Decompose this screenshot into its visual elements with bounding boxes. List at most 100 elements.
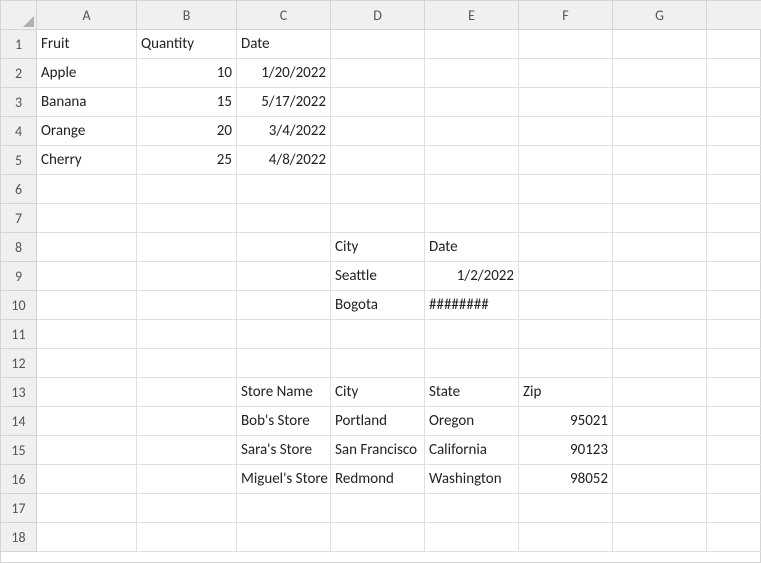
cell-G9[interactable] — [613, 262, 707, 291]
cell-A14[interactable] — [37, 407, 137, 436]
cell-G11[interactable] — [613, 320, 707, 349]
cell-extra-1[interactable] — [707, 30, 761, 59]
cell-A6[interactable] — [37, 175, 137, 204]
cell-extra-17[interactable] — [707, 494, 761, 523]
cell-G14[interactable] — [613, 407, 707, 436]
cell-G1[interactable] — [613, 30, 707, 59]
cell-D14[interactable]: Portland — [331, 407, 425, 436]
col-header-B[interactable]: B — [137, 1, 237, 30]
cell-D18[interactable] — [331, 523, 425, 552]
cell-G3[interactable] — [613, 88, 707, 117]
cell-extra-6[interactable] — [707, 175, 761, 204]
cell-E5[interactable] — [425, 146, 519, 175]
cell-A3[interactable]: Banana — [37, 88, 137, 117]
cell-C7[interactable] — [237, 204, 331, 233]
row-header-7[interactable]: 7 — [1, 204, 37, 233]
cell-F3[interactable] — [519, 88, 613, 117]
cell-extra-4[interactable] — [707, 117, 761, 146]
cell-E17[interactable] — [425, 494, 519, 523]
col-header-E[interactable]: E — [425, 1, 519, 30]
cell-D4[interactable] — [331, 117, 425, 146]
cell-extra-2[interactable] — [707, 59, 761, 88]
select-all-corner[interactable] — [1, 1, 37, 30]
cell-B9[interactable] — [137, 262, 237, 291]
cell-F8[interactable] — [519, 233, 613, 262]
col-header-D[interactable]: D — [331, 1, 425, 30]
cell-C4[interactable]: 3/4/2022 — [237, 117, 331, 146]
cell-G6[interactable] — [613, 175, 707, 204]
row-header-10[interactable]: 10 — [1, 291, 37, 320]
row-header-8[interactable]: 8 — [1, 233, 37, 262]
cell-D15[interactable]: San Francisco — [331, 436, 425, 465]
cell-E4[interactable] — [425, 117, 519, 146]
row-header-15[interactable]: 15 — [1, 436, 37, 465]
cell-C12[interactable] — [237, 349, 331, 378]
cell-B14[interactable] — [137, 407, 237, 436]
col-header-G[interactable]: G — [613, 1, 707, 30]
row-header-13[interactable]: 13 — [1, 378, 37, 407]
cell-B5[interactable]: 25 — [137, 146, 237, 175]
cell-C11[interactable] — [237, 320, 331, 349]
cell-F18[interactable] — [519, 523, 613, 552]
cell-F17[interactable] — [519, 494, 613, 523]
col-header-extra[interactable] — [707, 1, 761, 30]
cell-C2[interactable]: 1/20/2022 — [237, 59, 331, 88]
row-header-5[interactable]: 5 — [1, 146, 37, 175]
cell-F4[interactable] — [519, 117, 613, 146]
cell-E14[interactable]: Oregon — [425, 407, 519, 436]
cell-D10[interactable]: Bogota — [331, 291, 425, 320]
cell-C9[interactable] — [237, 262, 331, 291]
row-header-6[interactable]: 6 — [1, 175, 37, 204]
cell-D2[interactable] — [331, 59, 425, 88]
cell-G5[interactable] — [613, 146, 707, 175]
cell-extra-3[interactable] — [707, 88, 761, 117]
cell-C5[interactable]: 4/8/2022 — [237, 146, 331, 175]
row-header-2[interactable]: 2 — [1, 59, 37, 88]
cell-A11[interactable] — [37, 320, 137, 349]
cell-A13[interactable] — [37, 378, 137, 407]
cell-extra-10[interactable] — [707, 291, 761, 320]
cell-C15[interactable]: Sara's Store — [237, 436, 331, 465]
cell-D5[interactable] — [331, 146, 425, 175]
cell-E2[interactable] — [425, 59, 519, 88]
cell-G12[interactable] — [613, 349, 707, 378]
col-header-F[interactable]: F — [519, 1, 613, 30]
cell-B13[interactable] — [137, 378, 237, 407]
cell-extra-13[interactable] — [707, 378, 761, 407]
cell-F10[interactable] — [519, 291, 613, 320]
cell-C13[interactable]: Store Name — [237, 378, 331, 407]
row-header-4[interactable]: 4 — [1, 117, 37, 146]
cell-B16[interactable] — [137, 465, 237, 494]
cell-D9[interactable]: Seattle — [331, 262, 425, 291]
cell-F9[interactable] — [519, 262, 613, 291]
cell-A12[interactable] — [37, 349, 137, 378]
row-header-17[interactable]: 17 — [1, 494, 37, 523]
cell-A16[interactable] — [37, 465, 137, 494]
col-header-A[interactable]: A — [37, 1, 137, 30]
cell-B1[interactable]: Quantity — [137, 30, 237, 59]
cell-extra-12[interactable] — [707, 349, 761, 378]
row-header-14[interactable]: 14 — [1, 407, 37, 436]
cell-C1[interactable]: Date — [237, 30, 331, 59]
row-header-18[interactable]: 18 — [1, 523, 37, 552]
cell-E10[interactable]: ######## — [425, 291, 519, 320]
cell-G15[interactable] — [613, 436, 707, 465]
cell-F16[interactable]: 98052 — [519, 465, 613, 494]
cell-F5[interactable] — [519, 146, 613, 175]
cell-A10[interactable] — [37, 291, 137, 320]
cell-G4[interactable] — [613, 117, 707, 146]
cell-A5[interactable]: Cherry — [37, 146, 137, 175]
cell-B12[interactable] — [137, 349, 237, 378]
cell-extra-7[interactable] — [707, 204, 761, 233]
cell-G16[interactable] — [613, 465, 707, 494]
cell-G18[interactable] — [613, 523, 707, 552]
cell-F7[interactable] — [519, 204, 613, 233]
cell-B17[interactable] — [137, 494, 237, 523]
cell-C16[interactable]: Miguel's Store — [237, 465, 331, 494]
cell-extra-14[interactable] — [707, 407, 761, 436]
cell-B10[interactable] — [137, 291, 237, 320]
cell-A8[interactable] — [37, 233, 137, 262]
row-header-3[interactable]: 3 — [1, 88, 37, 117]
cell-B2[interactable]: 10 — [137, 59, 237, 88]
cell-E8[interactable]: Date — [425, 233, 519, 262]
